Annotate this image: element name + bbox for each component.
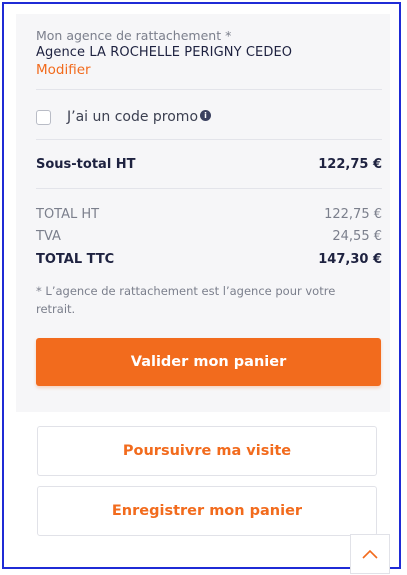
total-ht-row: TOTAL HT 122,75 €	[36, 207, 382, 222]
tva-row: TVA 24,55 €	[36, 229, 382, 244]
cart-summary-frame: Mon agence de rattachement * Agence LA R…	[2, 2, 401, 574]
tva-value: 24,55 €	[332, 229, 382, 244]
subtotal-value: 122,75 €	[318, 157, 382, 172]
agency-note: * L’agence de rattachement est l’agence …	[36, 284, 336, 316]
promo-code-checkbox[interactable]	[36, 109, 51, 125]
promo-code-toggle[interactable]: J’ai un code promo i	[36, 107, 212, 127]
total-ttc-label: TOTAL TTC	[36, 252, 115, 267]
modify-agency-link[interactable]: Modifier	[36, 61, 376, 79]
chevron-up-icon	[362, 549, 378, 559]
continue-shopping-button[interactable]: Poursuivre ma visite	[37, 426, 377, 476]
total-ht-label: TOTAL HT	[36, 207, 100, 222]
promo-code-label: J’ai un code promo	[67, 109, 199, 125]
divider	[36, 188, 382, 189]
agency-label: Mon agence de rattachement *	[36, 28, 232, 43]
subtotal-row: Sous-total HT 122,75 €	[36, 157, 382, 172]
divider	[36, 89, 382, 90]
total-ttc-value: 147,30 €	[318, 252, 382, 267]
tva-label: TVA	[36, 229, 61, 244]
divider	[36, 139, 382, 140]
total-ht-value: 122,75 €	[324, 207, 382, 222]
save-cart-button[interactable]: Enregistrer mon panier	[37, 486, 377, 536]
agency-name: Agence LA ROCHELLE PERIGNY CEDEO	[36, 45, 293, 60]
agency-block: Mon agence de rattachement * Agence LA R…	[36, 28, 376, 79]
info-icon[interactable]: i	[200, 109, 212, 121]
total-ttc-row: TOTAL TTC 147,30 €	[36, 252, 382, 267]
validate-cart-button[interactable]: Valider mon panier	[36, 338, 381, 386]
scroll-to-top-button[interactable]	[350, 534, 390, 574]
subtotal-label: Sous-total HT	[36, 157, 136, 172]
cart-summary-panel: Mon agence de rattachement * Agence LA R…	[16, 14, 390, 412]
